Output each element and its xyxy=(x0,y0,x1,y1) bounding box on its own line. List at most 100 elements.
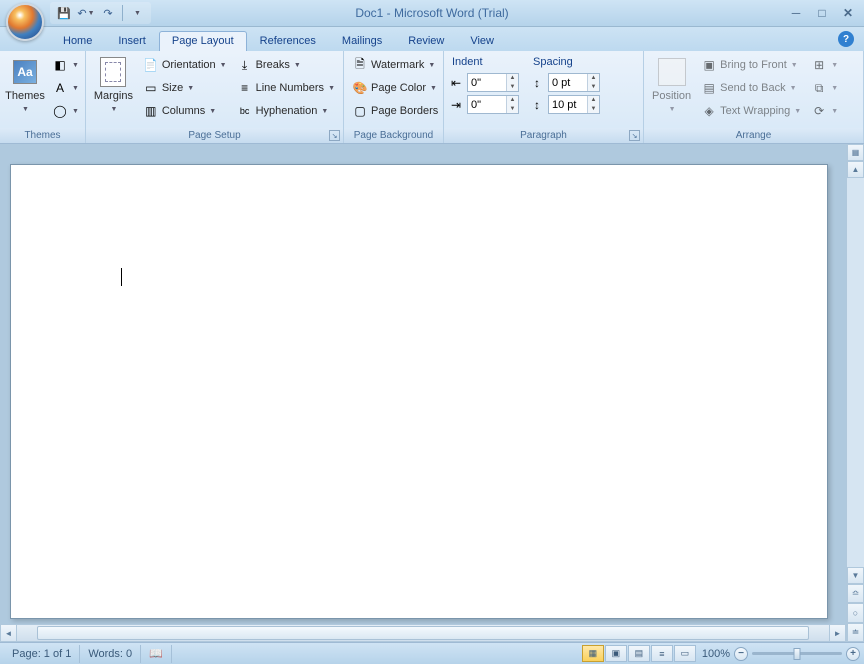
watermark-icon: 🗎 xyxy=(352,57,368,73)
spin-down[interactable]: ▼ xyxy=(507,105,518,114)
status-bar: Page: 1 of 1 Words: 0 📖 ▦ ▣ ▤ ≡ ▭ 100% −… xyxy=(0,642,864,664)
orientation-label: Orientation xyxy=(162,59,216,71)
bring-to-front-button: ▣Bring to Front▼ xyxy=(697,54,805,76)
text-cursor xyxy=(121,268,122,286)
save-button[interactable]: 💾 xyxy=(54,3,74,23)
undo-button[interactable]: ↶▼ xyxy=(76,3,96,23)
align-icon: ⊞ xyxy=(811,57,827,73)
chevron-down-icon: ▼ xyxy=(428,62,435,69)
browse-object-button[interactable]: ○ xyxy=(847,603,864,622)
chevron-down-icon: ▼ xyxy=(110,106,117,113)
vertical-scrollbar[interactable]: ▦ ▲ ▼ ≏ ○ ≐ xyxy=(846,144,864,642)
send-back-label: Send to Back xyxy=(720,82,785,94)
page-status[interactable]: Page: 1 of 1 xyxy=(4,645,80,663)
theme-colors-button[interactable]: ◧▼ xyxy=(48,54,83,76)
theme-effects-button[interactable]: ◯▼ xyxy=(48,100,83,122)
group-page-setup: Margins▼ 📄Orientation▼ ▭Size▼ ▥Columns▼ … xyxy=(86,51,344,143)
scroll-left-button[interactable]: ◄ xyxy=(0,624,17,642)
outline-view[interactable]: ≡ xyxy=(651,645,673,662)
proofing-status[interactable]: 📖 xyxy=(141,645,172,663)
tab-home[interactable]: Home xyxy=(50,31,105,51)
orientation-button[interactable]: 📄Orientation▼ xyxy=(139,54,231,76)
indent-left-spinner[interactable]: ▲▼ xyxy=(467,73,519,92)
print-layout-view[interactable]: ▦ xyxy=(582,645,604,662)
redo-icon: ↷ xyxy=(103,7,112,20)
tab-mailings[interactable]: Mailings xyxy=(329,31,395,51)
page-borders-button[interactable]: ▢Page Borders xyxy=(348,100,442,122)
redo-button[interactable]: ↷ xyxy=(98,3,118,23)
group-paragraph: Indent ⇤ ▲▼ ⇥ ▲▼ Spacing ↕ ▲▼ ↕ ▲▼ xyxy=(444,51,644,143)
zoom-slider-thumb[interactable] xyxy=(794,648,801,660)
tab-page-layout[interactable]: Page Layout xyxy=(159,31,247,51)
spin-up[interactable]: ▲ xyxy=(588,96,599,105)
chevron-down-icon: ▼ xyxy=(88,10,95,17)
tab-view[interactable]: View xyxy=(457,31,507,51)
spin-up[interactable]: ▲ xyxy=(507,74,518,83)
themes-button[interactable]: Aa Themes▼ xyxy=(4,54,46,118)
spin-down[interactable]: ▼ xyxy=(588,105,599,114)
next-page-button[interactable]: ≐ xyxy=(847,623,864,642)
spin-up[interactable]: ▲ xyxy=(588,74,599,83)
scroll-right-button[interactable]: ► xyxy=(829,624,846,642)
browse-nav: ≏ ○ ≐ xyxy=(847,584,864,642)
minimize-button[interactable]: ─ xyxy=(786,5,806,21)
horizontal-scrollbar[interactable]: ◄ ► xyxy=(0,624,846,642)
hscroll-thumb[interactable] xyxy=(37,626,809,640)
office-button[interactable] xyxy=(6,3,44,41)
vscroll-track[interactable] xyxy=(847,178,864,567)
paragraph-launcher[interactable]: ↘ xyxy=(629,130,640,141)
spin-down[interactable]: ▼ xyxy=(588,83,599,92)
bring-front-icon: ▣ xyxy=(701,57,717,73)
tab-references[interactable]: References xyxy=(247,31,329,51)
margins-button[interactable]: Margins▼ xyxy=(90,54,137,118)
page-color-button[interactable]: 🎨Page Color▼ xyxy=(348,77,442,99)
draft-view[interactable]: ▭ xyxy=(674,645,696,662)
scroll-up-button[interactable]: ▲ xyxy=(847,161,864,178)
zoom-slider[interactable] xyxy=(752,652,842,655)
tab-insert[interactable]: Insert xyxy=(105,31,159,51)
full-screen-view[interactable]: ▣ xyxy=(605,645,627,662)
spin-down[interactable]: ▼ xyxy=(507,83,518,92)
spacing-before-spinner[interactable]: ▲▼ xyxy=(548,73,600,92)
columns-button[interactable]: ▥Columns▼ xyxy=(139,100,231,122)
theme-fonts-button[interactable]: A▼ xyxy=(48,77,83,99)
indent-right-icon: ⇥ xyxy=(448,97,464,113)
close-button[interactable]: ✕ xyxy=(838,5,858,21)
zoom-in-button[interactable]: + xyxy=(846,647,860,661)
chevron-down-icon: ▼ xyxy=(294,62,301,69)
help-button[interactable]: ? xyxy=(838,31,854,47)
chevron-down-icon: ▼ xyxy=(669,106,676,113)
qat-customize[interactable]: ▼ xyxy=(127,3,147,23)
group-label-paragraph: Paragraph↘ xyxy=(444,128,643,143)
chevron-down-icon: ▼ xyxy=(321,108,328,115)
hscroll-track[interactable] xyxy=(17,624,829,642)
maximize-button[interactable]: □ xyxy=(812,5,832,21)
line-numbers-button[interactable]: ≡Line Numbers▼ xyxy=(233,77,339,99)
page-viewport: ◄ ► xyxy=(0,144,846,642)
indent-left-icon: ⇤ xyxy=(448,75,464,91)
scroll-down-button[interactable]: ▼ xyxy=(847,567,864,584)
position-label: Position xyxy=(652,90,691,102)
spacing-after-spinner[interactable]: ▲▼ xyxy=(548,95,600,114)
indent-right-spinner[interactable]: ▲▼ xyxy=(467,95,519,114)
spacing-after-input[interactable] xyxy=(549,96,587,113)
zoom-out-button[interactable]: − xyxy=(734,647,748,661)
words-status[interactable]: Words: 0 xyxy=(80,645,141,663)
indent-right-input[interactable] xyxy=(468,96,506,113)
breaks-button[interactable]: ⤓Breaks▼ xyxy=(233,54,339,76)
page-setup-launcher[interactable]: ↘ xyxy=(329,130,340,141)
indent-left-input[interactable] xyxy=(468,74,506,91)
ruler-toggle[interactable]: ▦ xyxy=(847,144,864,161)
hyphenation-button[interactable]: bcHyphenation▼ xyxy=(233,100,339,122)
group-label-page-setup: Page Setup↘ xyxy=(86,128,343,143)
spin-up[interactable]: ▲ xyxy=(507,96,518,105)
zoom-level[interactable]: 100% xyxy=(702,648,730,660)
tab-review[interactable]: Review xyxy=(395,31,457,51)
size-button[interactable]: ▭Size▼ xyxy=(139,77,231,99)
chevron-down-icon: ▼ xyxy=(134,10,141,17)
web-layout-view[interactable]: ▤ xyxy=(628,645,650,662)
watermark-button[interactable]: 🗎Watermark▼ xyxy=(348,54,442,76)
spacing-before-input[interactable] xyxy=(549,74,587,91)
document-page[interactable] xyxy=(10,164,828,619)
prev-page-button[interactable]: ≏ xyxy=(847,584,864,603)
